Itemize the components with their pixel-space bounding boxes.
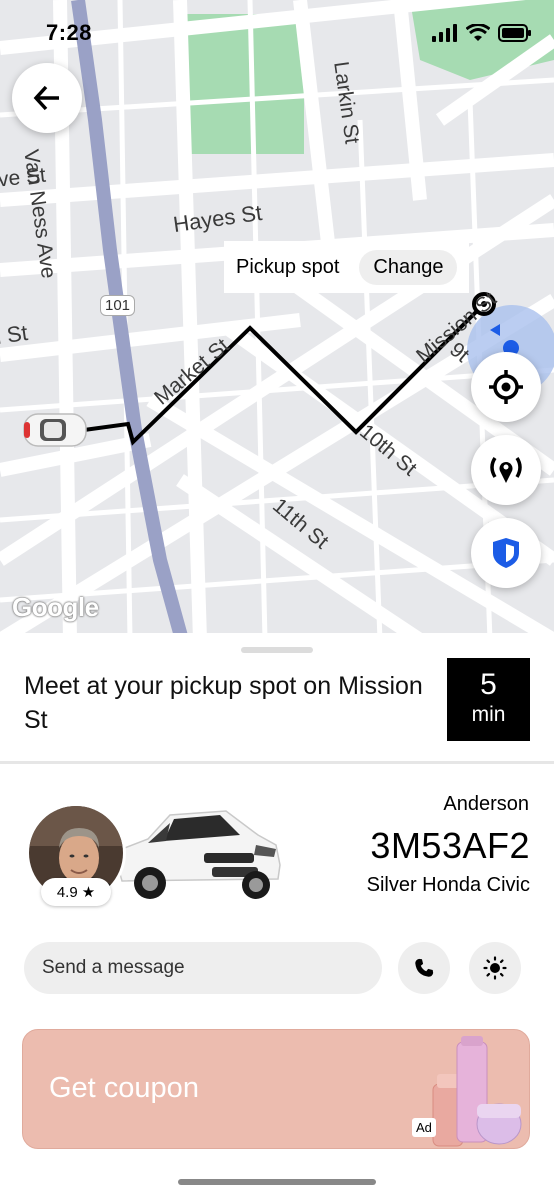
pickup-spot-callout: Pickup spot Change [224, 241, 470, 293]
status-bar: 7:28 [0, 0, 554, 70]
status-icons [432, 24, 532, 42]
recenter-location-button[interactable] [471, 352, 541, 422]
get-coupon-label: Get coupon [49, 1072, 199, 1104]
driver-name: Anderson [443, 793, 529, 815]
crosshair-icon [489, 370, 523, 404]
sheet-drag-handle[interactable] [241, 647, 313, 653]
coupon-ad-banner[interactable]: Get coupon Ad [22, 1029, 530, 1149]
car-description: Silver Honda Civic [366, 874, 530, 896]
star-icon: ★ [81, 884, 96, 901]
phone-icon [415, 958, 434, 977]
eta-unit: min [471, 703, 506, 726]
car-image [117, 810, 281, 899]
ad-badge: Ad [412, 1118, 436, 1137]
pickup-instruction: Meet at your pickup spot on Mission St [24, 672, 423, 734]
pickup-spot-label: Pickup spot [236, 255, 340, 278]
call-driver-button[interactable] [398, 942, 450, 994]
trip-bottom-sheet[interactable]: Meet at your pickup spot on Mission St 5… [0, 633, 554, 1200]
driver-rating-value: 4.9 [56, 883, 78, 901]
license-plate: 3M53AF2 [370, 825, 530, 866]
map[interactable]: ve St Van Ness Ave Larkin St Hayes St 10… [0, 0, 554, 640]
product-image [432, 1036, 522, 1147]
shield-icon [493, 538, 519, 568]
google-attribution: Google [12, 592, 99, 622]
home-indicator[interactable] [178, 1179, 376, 1185]
arrow-left-icon [33, 85, 59, 111]
wifi-icon [466, 24, 490, 41]
send-message-input[interactable]: Send a message [24, 942, 382, 994]
safety-toolkit-button[interactable] [471, 518, 541, 588]
street-label-l-st: l St [0, 319, 30, 350]
battery-icon [498, 24, 531, 42]
cellular-signal-icon [432, 24, 457, 42]
section-divider [0, 761, 554, 764]
highway-shield-101: 101 [100, 295, 136, 316]
eta-badge: 5 min [447, 658, 530, 741]
change-pickup-button[interactable]: Change [359, 249, 458, 285]
driver-rating-badge: 4.9 ★ [41, 878, 111, 906]
share-location-button[interactable] [471, 435, 541, 505]
back-button[interactable] [12, 63, 82, 133]
eta-value: 5 [480, 668, 497, 701]
broadcast-pin-icon [490, 457, 522, 483]
status-time: 7:28 [46, 20, 93, 45]
light-mode-button[interactable] [469, 942, 521, 994]
sun-icon [483, 956, 507, 980]
